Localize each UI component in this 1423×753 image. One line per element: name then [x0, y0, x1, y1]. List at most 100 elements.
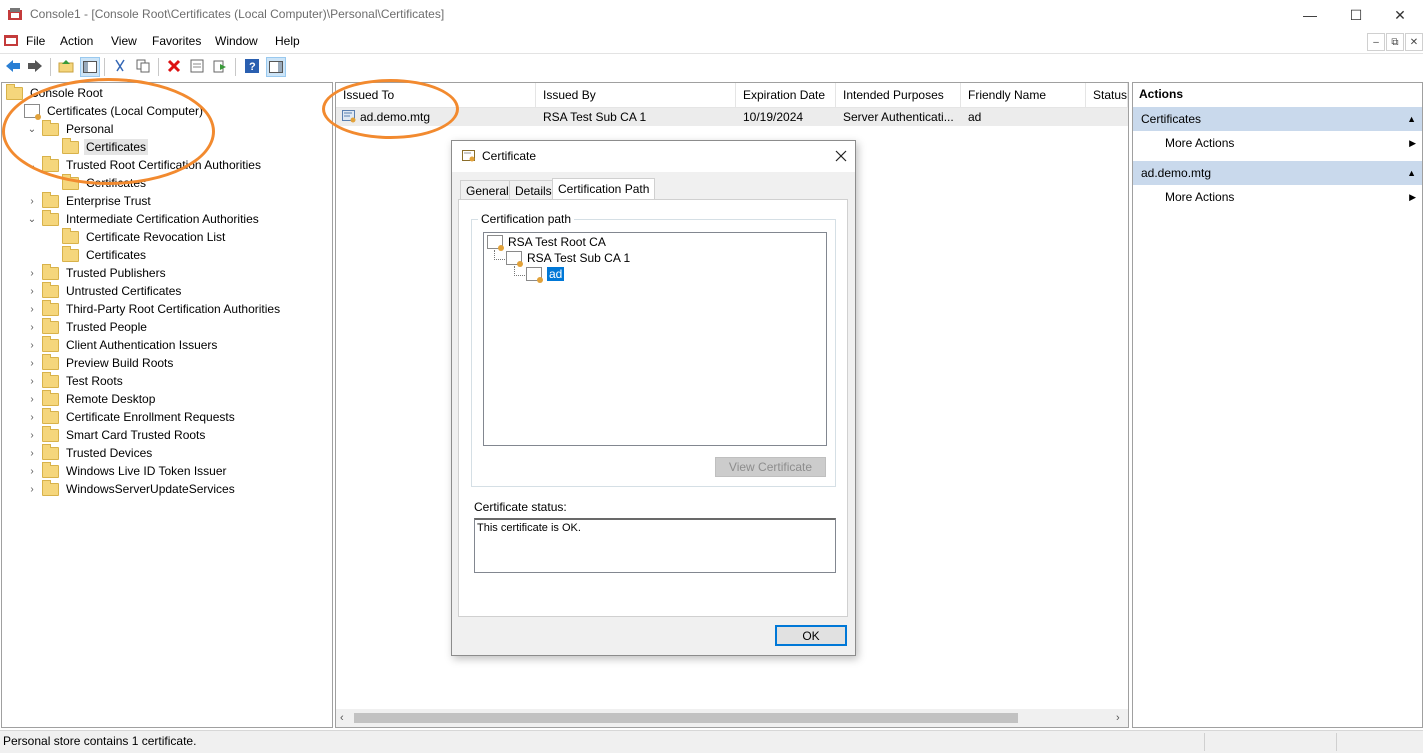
maximize-button[interactable]: ☐	[1333, 0, 1379, 30]
chevron-right-icon[interactable]: ›	[26, 340, 38, 351]
actions-pane: Actions Certificates ▲ More Actions ▶ ad…	[1132, 82, 1423, 728]
mdi-minimize-button[interactable]: –	[1367, 33, 1385, 51]
tree-node-intermediate-certificates[interactable]: Certificates	[62, 245, 148, 264]
tree-node-intermediate[interactable]: ⌄ Intermediate Certification Authorities	[26, 209, 261, 228]
mdi-restore-button[interactable]: ⧉	[1386, 33, 1404, 51]
cell-friendly-name: ad	[968, 110, 982, 124]
chevron-right-icon[interactable]: ›	[26, 412, 38, 423]
tree-node-store[interactable]: › Trusted Devices	[26, 443, 154, 462]
forward-icon[interactable]	[26, 57, 44, 75]
menu-action[interactable]: Action	[60, 34, 93, 48]
tree-label: Smart Card Trusted Roots	[66, 428, 206, 442]
action-more-actions[interactable]: More Actions ▶	[1133, 131, 1422, 155]
scroll-left-icon[interactable]: ‹	[340, 712, 344, 724]
column-header-expiration-date[interactable]: Expiration Date	[736, 83, 836, 107]
chevron-right-icon[interactable]: ›	[26, 304, 38, 315]
folder-icon	[42, 353, 59, 370]
ok-button[interactable]: OK	[775, 625, 847, 646]
tree-node-store[interactable]: › Certificate Enrollment Requests	[26, 407, 237, 426]
tree-node-store[interactable]: › Client Authentication Issuers	[26, 335, 219, 354]
show-action-pane-icon[interactable]	[266, 57, 286, 77]
column-header-intended-purposes[interactable]: Intended Purposes	[836, 83, 961, 107]
tab-certification-path[interactable]: Certification Path	[552, 178, 656, 201]
export-icon[interactable]	[211, 57, 229, 75]
help-icon[interactable]: ?	[243, 57, 261, 75]
back-icon[interactable]	[4, 57, 22, 75]
menu-help[interactable]: Help	[275, 34, 300, 48]
properties-icon[interactable]	[188, 57, 206, 75]
tree-label: Windows Live ID Token Issuer	[66, 464, 227, 478]
scroll-right-icon[interactable]: ›	[1116, 712, 1120, 724]
tree-node-enterprise-trust[interactable]: › Enterprise Trust	[26, 191, 153, 210]
horizontal-scrollbar[interactable]: ‹ ›	[336, 709, 1128, 727]
app-icon	[7, 7, 23, 21]
chevron-right-icon[interactable]: ›	[26, 394, 38, 405]
menu-view[interactable]: View	[111, 34, 137, 48]
folder-icon	[62, 227, 79, 244]
cell-status	[1093, 109, 1127, 125]
menu-file[interactable]: File	[26, 34, 45, 48]
chevron-right-icon[interactable]: ›	[26, 196, 38, 207]
chevron-right-icon[interactable]: ›	[26, 268, 38, 279]
chevron-right-icon[interactable]: ›	[26, 322, 38, 333]
path-node-leaf[interactable]: ad	[526, 267, 565, 283]
certificate-icon	[462, 150, 476, 163]
chevron-right-icon[interactable]: ›	[26, 358, 38, 369]
tree-node-store[interactable]: › Smart Card Trusted Roots	[26, 425, 207, 444]
cut-icon[interactable]	[111, 57, 129, 75]
menu-favorites[interactable]: Favorites	[152, 34, 201, 48]
mdi-close-button[interactable]: ✕	[1405, 33, 1423, 51]
cell-issued-by: RSA Test Sub CA 1	[543, 110, 647, 124]
show-tree-icon[interactable]	[80, 57, 100, 77]
copy-icon[interactable]	[134, 57, 152, 75]
tree-node-store[interactable]: › Untrusted Certificates	[26, 281, 183, 300]
action-section-certificates[interactable]: Certificates ▲	[1133, 107, 1422, 131]
close-button[interactable]: ✕	[1377, 0, 1423, 30]
path-node-sub-ca[interactable]: RSA Test Sub CA 1	[506, 251, 630, 267]
chevron-right-icon[interactable]: ›	[26, 286, 38, 297]
chevron-right-icon[interactable]: ›	[26, 376, 38, 387]
action-section-ad-demo-mtg[interactable]: ad.demo.mtg ▲	[1133, 161, 1422, 185]
tree-node-store[interactable]: › Preview Build Roots	[26, 353, 175, 372]
tree-node-crl[interactable]: Certificate Revocation List	[62, 227, 227, 246]
column-header-issued-by[interactable]: Issued By	[536, 83, 736, 107]
minimize-button[interactable]: —	[1287, 0, 1333, 30]
tree-node-store[interactable]: › Third-Party Root Certification Authorit…	[26, 299, 282, 318]
tree-node-store[interactable]: › WindowsServerUpdateServices	[26, 479, 237, 498]
folder-icon	[42, 317, 59, 334]
chevron-right-icon[interactable]: ›	[26, 466, 38, 477]
chevron-right-icon[interactable]: ›	[26, 430, 38, 441]
tree-node-store[interactable]: › Windows Live ID Token Issuer	[26, 461, 229, 480]
certificate-icon	[506, 251, 523, 267]
tab-panel: Certification path RSA Test Root CA RSA …	[458, 199, 848, 617]
tree-node-store[interactable]: › Trusted People	[26, 317, 149, 336]
chevron-right-icon[interactable]: ›	[26, 448, 38, 459]
column-header-status[interactable]: Status	[1086, 83, 1128, 107]
console-tree: Console Root Certificates (Local Compute…	[1, 82, 333, 728]
tab-general[interactable]: General	[460, 180, 515, 200]
collapse-up-icon[interactable]: ▲	[1407, 107, 1416, 131]
tree-node-store[interactable]: › Remote Desktop	[26, 389, 157, 408]
certificate-icon	[487, 235, 504, 251]
collapse-up-icon[interactable]: ▲	[1407, 161, 1416, 185]
certificate-icon	[526, 267, 543, 283]
cell-intended-purposes: Server Authenticati...	[843, 110, 954, 124]
up-folder-icon[interactable]	[57, 57, 75, 75]
chevron-down-icon[interactable]: ⌄	[26, 214, 38, 225]
tree-label: Preview Build Roots	[66, 356, 174, 370]
certification-path-tree[interactable]: RSA Test Root CA RSA Test Sub CA 1 ad	[483, 232, 827, 446]
dialog-close-button[interactable]	[831, 146, 851, 166]
action-more-actions[interactable]: More Actions ▶	[1133, 185, 1422, 209]
tree-label: Remote Desktop	[66, 392, 156, 406]
tree-node-store[interactable]: › Test Roots	[26, 371, 125, 390]
menu-window[interactable]: Window	[215, 34, 258, 48]
path-node-root[interactable]: RSA Test Root CA	[487, 235, 606, 251]
tree-node-store[interactable]: › Trusted Publishers	[26, 263, 168, 282]
scroll-thumb[interactable]	[354, 713, 1018, 723]
delete-icon[interactable]	[165, 57, 183, 75]
column-header-friendly-name[interactable]: Friendly Name	[961, 83, 1086, 107]
folder-icon	[62, 245, 79, 262]
chevron-right-icon[interactable]: ›	[26, 484, 38, 495]
tab-details[interactable]: Details	[509, 180, 558, 200]
view-certificate-button[interactable]: View Certificate	[715, 457, 826, 477]
